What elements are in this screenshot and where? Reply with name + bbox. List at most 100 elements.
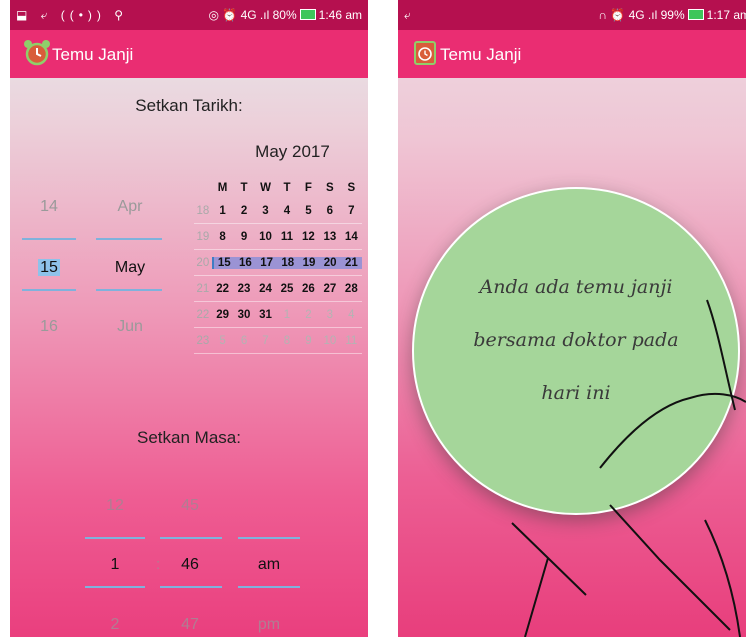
calendar-selected-week-row: 20 15 16 17 18 19 20 21 [194, 250, 362, 276]
calendar-week-row: 21 22 23 24 25 26 27 28 [194, 276, 362, 302]
calendar-day-next-month[interactable]: 3 [319, 309, 340, 321]
minute-next[interactable]: 47 [160, 616, 220, 634]
weekday-label: T [283, 182, 291, 194]
calendar-day-next-month[interactable]: 1 [276, 309, 297, 321]
calendar-day[interactable]: 4 [276, 205, 297, 217]
ampm-next[interactable]: pm [239, 616, 299, 634]
calendar-day[interactable]: 17 [256, 256, 278, 269]
picker-divider [22, 238, 76, 240]
picker-divider [85, 586, 145, 588]
calendar-day[interactable]: 16 [234, 256, 257, 269]
picker-divider [160, 586, 222, 588]
calendar-grid[interactable]: M T W T F S S 18 1 2 3 4 5 6 7 19 8 9 10… [194, 178, 362, 354]
calendar-day[interactable]: 5 [298, 205, 319, 217]
calendar-day[interactable]: 24 [255, 283, 276, 295]
message-line: Anda ada temu janji [479, 276, 673, 298]
calendar-day-selected[interactable]: 15 [211, 256, 235, 269]
calendar-day[interactable]: 27 [319, 283, 340, 295]
hour-next[interactable]: 2 [85, 616, 145, 634]
calendar-day[interactable]: 1 [212, 205, 233, 217]
calendar-day[interactable]: 28 [341, 283, 362, 295]
notification-icons: ⤶ [404, 8, 416, 22]
picker-divider [238, 537, 300, 539]
calendar-day[interactable]: 23 [233, 283, 254, 295]
battery-icon [687, 9, 704, 20]
calendar-day[interactable]: 29 [212, 309, 233, 321]
status-bar: ⤶ ∩ ⏰ 4G .ıl 99% 1:17 am [398, 0, 746, 30]
calendar-day[interactable]: 12 [298, 231, 319, 243]
date-time-setting-screen: ⬓ ⤶ ((•)) ⚲ ◎ ⏰ 4G .ıl 80% 1:46 am Temu J… [10, 0, 368, 637]
calendar-day-next-month[interactable]: 9 [298, 335, 319, 347]
calendar-day-next-month[interactable]: 7 [255, 335, 276, 347]
week-number: 21 [196, 282, 210, 295]
week-number: 18 [196, 204, 210, 217]
month-next[interactable]: Jun [95, 318, 165, 336]
week-number: 22 [196, 308, 210, 321]
weekday-label: F [304, 182, 312, 194]
clock: 1:17 am [706, 8, 746, 22]
calendar-day[interactable]: 6 [319, 205, 340, 217]
calendar-day[interactable]: 2 [233, 205, 254, 217]
calendar-day-next-month[interactable]: 2 [298, 309, 319, 321]
day-next[interactable]: 16 [14, 318, 84, 336]
day-prev[interactable]: 14 [14, 198, 84, 216]
calendar-day[interactable]: 22 [212, 283, 233, 295]
calendar-day[interactable]: 3 [255, 205, 276, 217]
calendar-day-next-month[interactable]: 11 [341, 335, 362, 347]
message-line: hari ini [541, 382, 611, 404]
calendar-day[interactable]: 18 [277, 256, 299, 269]
week-number: 23 [196, 334, 210, 347]
alarm-clock-icon [24, 40, 50, 66]
calendar-day[interactable]: 19 [298, 256, 320, 269]
weekday-label: T [240, 182, 248, 194]
appointment-message-bubble: Anda ada temu janji bersama doktor pada … [412, 187, 740, 515]
calendar-day-next-month[interactable]: 6 [233, 335, 254, 347]
calendar-week-row: 23 5 6 7 8 9 10 11 [194, 328, 362, 354]
weekday-label: M [217, 182, 228, 194]
appointment-message: Anda ada temu janji bersama doktor pada … [444, 261, 708, 420]
calendar-day[interactable]: 7 [341, 205, 362, 217]
calendar-day[interactable]: 20 [319, 256, 341, 269]
calendar-day[interactable]: 30 [233, 309, 254, 321]
hour-current[interactable]: 1 [85, 556, 145, 574]
ampm-current[interactable]: am [239, 556, 299, 574]
calendar-day[interactable]: 13 [319, 231, 340, 243]
weekday-label: S [326, 182, 334, 194]
picker-divider [85, 537, 145, 539]
battery-percent: 99% [660, 8, 685, 22]
picker-divider [22, 289, 76, 291]
day-current[interactable]: 15 [14, 259, 84, 277]
calendar-day[interactable]: 21 [340, 256, 362, 269]
calendar-day-next-month[interactable]: 10 [319, 335, 340, 347]
app-bar: Temu Janji [398, 30, 746, 78]
signal-icons: ∩ ⏰ 4G .ıl [598, 8, 658, 22]
message-line: bersama doktor pada [473, 329, 679, 351]
month-current[interactable]: May [95, 259, 165, 277]
calendar-weekday-header: M T W T F S S [194, 178, 362, 198]
calendar-day-next-month[interactable]: 4 [341, 309, 362, 321]
app-bar: Temu Janji [10, 30, 368, 78]
minute-prev[interactable]: 45 [160, 497, 220, 515]
status-bar: ⬓ ⤶ ((•)) ⚲ ◎ ⏰ 4G .ıl 80% 1:46 am [10, 0, 368, 30]
battery-icon [299, 9, 316, 20]
calendar-day[interactable]: 25 [276, 283, 297, 295]
minute-current[interactable]: 46 [160, 556, 220, 574]
calendar-day-next-month[interactable]: 8 [276, 335, 297, 347]
calendar-day[interactable]: 10 [255, 231, 276, 243]
calendar-week-row: 18 1 2 3 4 5 6 7 [194, 198, 362, 224]
calendar-day[interactable]: 14 [341, 231, 362, 243]
calendar-day[interactable]: 26 [298, 283, 319, 295]
month-prev[interactable]: Apr [95, 198, 165, 216]
calendar-day[interactable]: 11 [276, 231, 297, 243]
day-current-value[interactable]: 15 [38, 259, 60, 276]
calendar-day[interactable]: 8 [212, 231, 233, 243]
date-heading: Setkan Tarikh: [135, 96, 243, 115]
week-number: 19 [196, 230, 210, 243]
calendar-day[interactable]: 9 [233, 231, 254, 243]
system-status: ◎ ⏰ 4G .ıl 80% 1:46 am [209, 8, 363, 22]
calendar-day[interactable]: 31 [255, 309, 276, 321]
hour-prev[interactable]: 12 [85, 497, 145, 515]
picker-divider [96, 238, 162, 240]
calendar-day-next-month[interactable]: 5 [212, 335, 233, 347]
calendar-month-title: May 2017 [255, 142, 330, 161]
